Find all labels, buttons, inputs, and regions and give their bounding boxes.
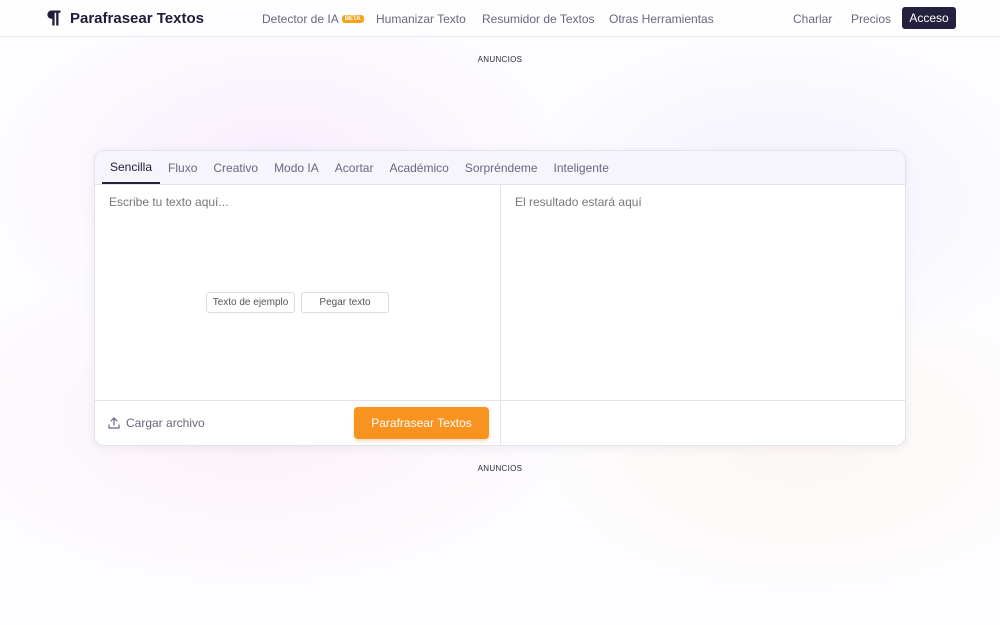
logo-text: Parafrasear Textos [70,9,204,27]
tab-sorprendeme[interactable]: Sorpréndeme [457,151,546,184]
upload-icon [108,417,120,429]
nav-humanize-label: Humanizar Texto [376,11,466,26]
nav-humanize[interactable]: Humanizar Texto [376,0,466,37]
login-button[interactable]: Acceso [902,7,956,29]
site-logo[interactable]: Parafrasear Textos [44,8,204,28]
nav-pricing[interactable]: Precios [851,0,891,37]
paste-text-button[interactable]: Pegar texto [301,292,389,313]
input-textarea[interactable] [109,195,489,385]
upload-label: Cargar archivo [126,416,205,430]
nav-other-tools-label: Otras Herramientas [609,11,714,26]
nav-summarizer-label: Resumidor de Textos [482,11,595,26]
pilcrow-icon [47,10,61,26]
tab-acortar[interactable]: Acortar [327,151,382,184]
nav-ai-detector[interactable]: Detector de IA BETA [262,0,364,37]
mode-tabs: Sencilla Fluxo Creativo Modo IA Acortar … [95,151,905,185]
tab-academico[interactable]: Académico [381,151,456,184]
tab-sencilla[interactable]: Sencilla [102,151,161,184]
nav-chat-label: Charlar [793,11,833,26]
top-navbar: Parafrasear Textos Detector de IA BETA H… [0,0,1000,37]
tab-creativo[interactable]: Creativo [205,151,266,184]
tab-modo-ia[interactable]: Modo IA [266,151,327,184]
tab-fluxo[interactable]: Fluxo [160,151,205,184]
footer-divider [95,400,905,401]
sample-text-button[interactable]: Texto de ejemplo [206,292,295,313]
tab-inteligente[interactable]: Inteligente [546,151,617,184]
nav-ai-detector-label: Detector de IA [262,11,339,26]
paraphraser-card: Sencilla Fluxo Creativo Modo IA Acortar … [94,150,906,446]
nav-summarizer[interactable]: Resumidor de Textos [482,0,595,37]
output-placeholder: El resultado estará aquí [515,195,642,209]
paraphrase-button[interactable]: Parafrasear Textos [354,407,489,439]
nav-pricing-label: Precios [851,11,892,26]
ads-label-top: ANUNCIOS [477,55,523,64]
ads-label-bottom: ANUNCIOS [477,464,523,473]
nav-other-tools[interactable]: Otras Herramientas [609,0,714,37]
beta-badge: BETA [341,14,364,23]
upload-file-button[interactable]: Cargar archivo [108,415,205,431]
nav-chat[interactable]: Charlar [793,0,832,37]
pane-divider [500,185,501,445]
